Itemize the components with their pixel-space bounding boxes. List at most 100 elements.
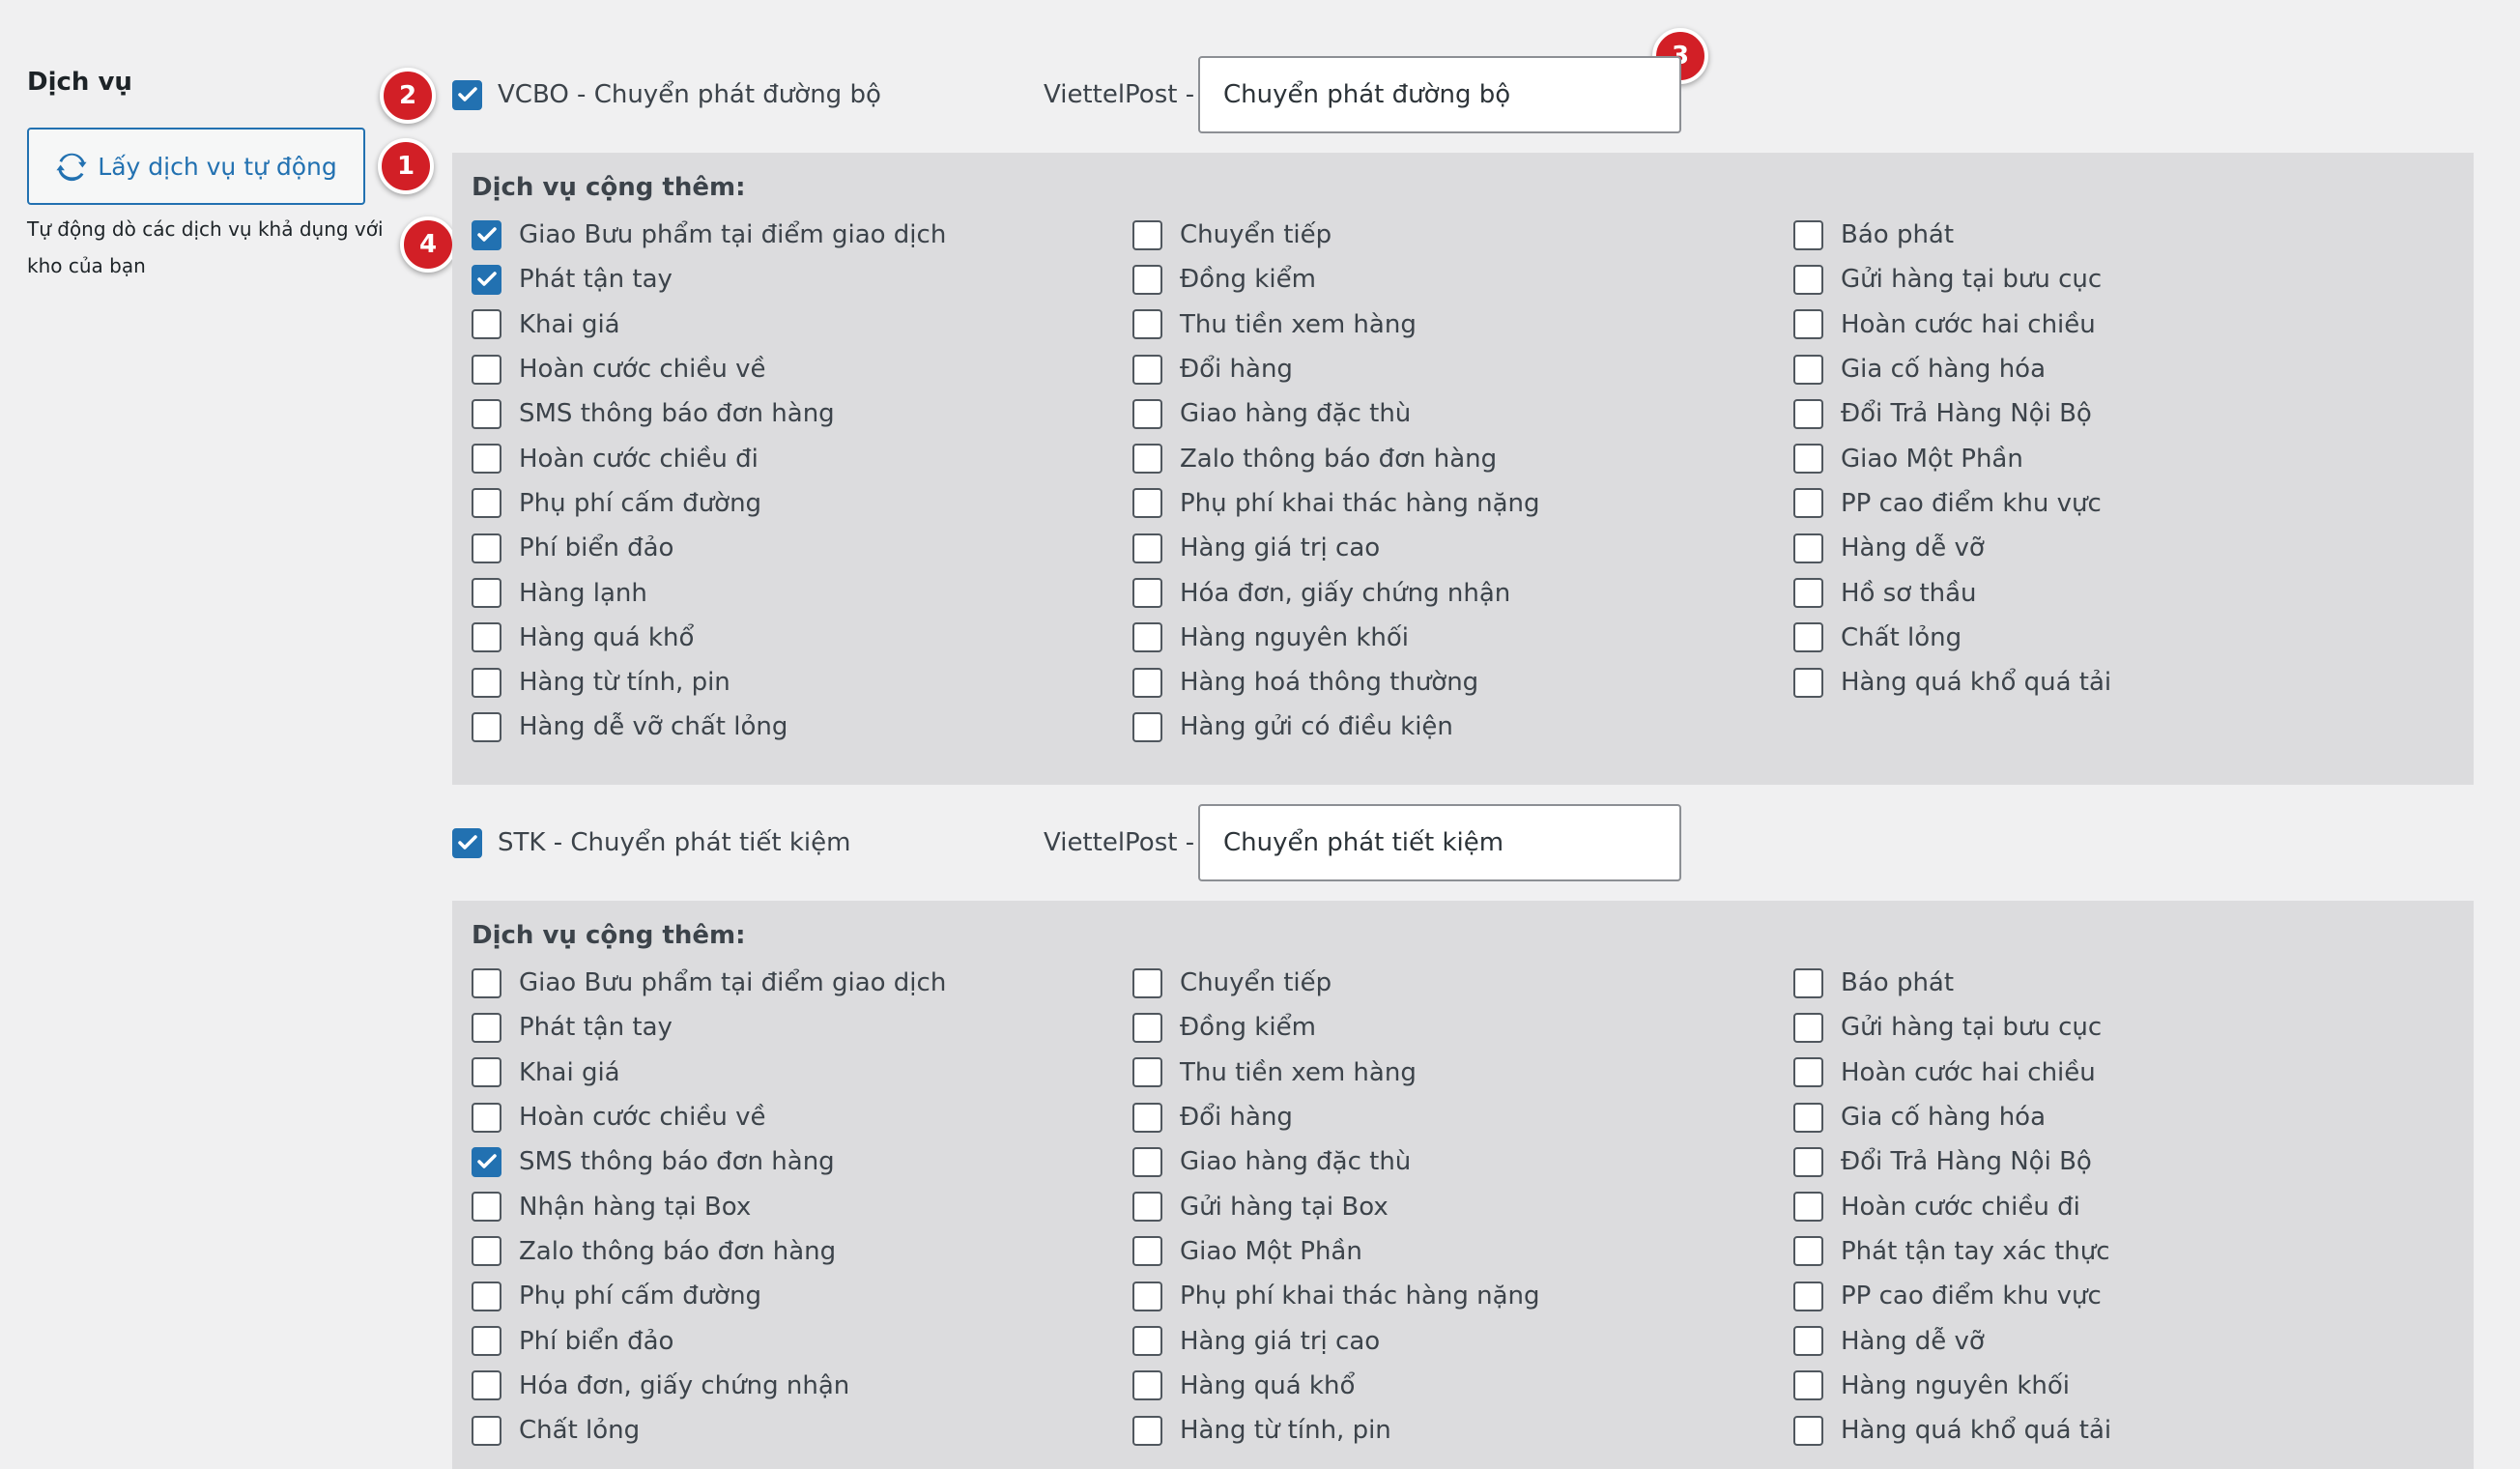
addon-option[interactable]: Thu tiền xem hàng xyxy=(1132,302,1793,347)
addon-option[interactable]: Hàng gửi có điều kiện xyxy=(1132,705,1793,749)
addon-checkbox[interactable] xyxy=(1132,622,1162,653)
addon-checkbox[interactable] xyxy=(1132,219,1162,250)
addon-checkbox[interactable] xyxy=(472,398,501,429)
addon-option[interactable]: Hàng nguyên khối xyxy=(1793,1364,2454,1408)
addon-option[interactable]: Hàng nguyên khối xyxy=(1132,616,1793,660)
addon-option[interactable]: Phát tận tay xyxy=(472,1005,1132,1050)
addon-option[interactable]: PP cao điểm khu vực xyxy=(1793,1274,2454,1318)
addon-checkbox[interactable] xyxy=(472,1326,501,1357)
addon-checkbox[interactable] xyxy=(472,622,501,653)
addon-option[interactable]: Hàng từ tính, pin xyxy=(1132,1408,1793,1453)
addon-checkbox[interactable] xyxy=(1793,1370,1823,1401)
addon-checkbox[interactable] xyxy=(1132,533,1162,563)
addon-checkbox[interactable] xyxy=(472,1281,501,1311)
addon-option[interactable]: Nhận hàng tại Box xyxy=(472,1184,1132,1228)
addon-checkbox[interactable] xyxy=(1793,1102,1823,1133)
addon-checkbox[interactable] xyxy=(472,967,501,998)
addon-option[interactable]: Hoàn cước chiều về xyxy=(472,1095,1132,1139)
addon-option[interactable]: Hàng lạnh xyxy=(472,570,1132,615)
addon-checkbox[interactable] xyxy=(1793,1012,1823,1043)
addon-option[interactable]: Hàng quá khổ xyxy=(1132,1364,1793,1408)
addon-option[interactable]: Hàng từ tính, pin xyxy=(472,660,1132,705)
addon-option[interactable]: Phụ phí cấm đường xyxy=(472,481,1132,526)
addon-option[interactable]: Khai giá xyxy=(472,1051,1132,1095)
addon-checkbox[interactable] xyxy=(1132,1102,1162,1133)
addon-checkbox[interactable] xyxy=(1793,1415,1823,1446)
addon-option[interactable]: Giao Một Phần xyxy=(1793,436,2454,480)
addon-checkbox[interactable] xyxy=(472,1236,501,1267)
addon-option[interactable]: Phí biển đảo xyxy=(472,526,1132,570)
addon-option[interactable]: Hàng dễ vỡ xyxy=(1793,526,2454,570)
addon-option[interactable]: Phí biển đảo xyxy=(472,1318,1132,1363)
addon-option[interactable]: Khai giá xyxy=(472,302,1132,347)
addon-option[interactable]: Phụ phí khai thác hàng nặng xyxy=(1132,481,1793,526)
addon-option[interactable]: Đồng kiểm xyxy=(1132,1005,1793,1050)
addon-option[interactable]: Gia cố hàng hóa xyxy=(1793,347,2454,391)
fetch-services-button[interactable]: Lấy dịch vụ tự động xyxy=(27,128,365,205)
addon-option[interactable]: PP cao điểm khu vực xyxy=(1793,481,2454,526)
addon-option[interactable]: Chuyển tiếp xyxy=(1132,213,1793,257)
addon-checkbox[interactable] xyxy=(472,1370,501,1401)
addon-checkbox[interactable] xyxy=(472,1192,501,1223)
addon-checkbox[interactable] xyxy=(1132,1012,1162,1043)
addon-option[interactable]: Đổi hàng xyxy=(1132,347,1793,391)
addon-checkbox[interactable] xyxy=(1132,309,1162,340)
addon-checkbox[interactable] xyxy=(1793,354,1823,385)
addon-checkbox[interactable] xyxy=(472,578,501,609)
addon-option[interactable]: Đổi hàng xyxy=(1132,1095,1793,1139)
addon-option[interactable]: Đổi Trả Hàng Nội Bộ xyxy=(1793,1139,2454,1184)
addon-checkbox[interactable] xyxy=(1132,667,1162,698)
addon-checkbox[interactable] xyxy=(1793,219,1823,250)
addon-checkbox[interactable] xyxy=(1132,1370,1162,1401)
addon-checkbox[interactable] xyxy=(1132,1192,1162,1223)
addon-option[interactable]: Hàng giá trị cao xyxy=(1132,526,1793,570)
addon-option[interactable]: Đổi Trả Hàng Nội Bộ xyxy=(1793,391,2454,436)
addon-option[interactable]: Phát tận tay xyxy=(472,257,1132,302)
addon-option[interactable]: Phát tận tay xác thực xyxy=(1793,1229,2454,1274)
addon-option[interactable]: Zalo thông báo đơn hàng xyxy=(472,1229,1132,1274)
addon-checkbox[interactable] xyxy=(472,488,501,519)
addon-checkbox[interactable] xyxy=(1132,1415,1162,1446)
addon-option[interactable]: Chất lỏng xyxy=(1793,616,2454,660)
addon-checkbox[interactable] xyxy=(472,1415,501,1446)
addon-checkbox[interactable] xyxy=(472,711,501,742)
addon-checkbox[interactable] xyxy=(1793,444,1823,475)
addon-option[interactable]: Hóa đơn, giấy chứng nhận xyxy=(1132,570,1793,615)
addon-checkbox[interactable] xyxy=(1132,967,1162,998)
addon-checkbox[interactable] xyxy=(1793,533,1823,563)
addon-checkbox[interactable] xyxy=(1132,1281,1162,1311)
addon-checkbox[interactable] xyxy=(1793,1281,1823,1311)
addon-checkbox[interactable] xyxy=(1793,1146,1823,1177)
addon-option[interactable]: Phụ phí khai thác hàng nặng xyxy=(1132,1274,1793,1318)
addon-checkbox[interactable] xyxy=(472,1102,501,1133)
addon-checkbox[interactable] xyxy=(472,1012,501,1043)
addon-option[interactable]: Đồng kiểm xyxy=(1132,257,1793,302)
addon-checkbox[interactable] xyxy=(1132,1236,1162,1267)
addon-option[interactable]: Hàng quá khổ quá tải xyxy=(1793,660,2454,705)
service-checkbox[interactable] xyxy=(452,827,482,858)
addon-option[interactable]: Báo phát xyxy=(1793,213,2454,257)
addon-checkbox[interactable] xyxy=(1793,488,1823,519)
addon-checkbox[interactable] xyxy=(1793,1057,1823,1088)
addon-checkbox[interactable] xyxy=(1132,711,1162,742)
addon-checkbox[interactable] xyxy=(472,219,501,250)
addon-option[interactable]: Gửi hàng tại bưu cục xyxy=(1793,257,2454,302)
addon-option[interactable]: Hoàn cước hai chiều xyxy=(1793,302,2454,347)
addon-option[interactable]: Chất lỏng xyxy=(472,1408,1132,1453)
addon-checkbox[interactable] xyxy=(1132,1057,1162,1088)
addon-option[interactable]: Giao Bưu phẩm tại điểm giao dịch xyxy=(472,961,1132,1005)
addon-option[interactable]: Báo phát xyxy=(1793,961,2454,1005)
addon-checkbox[interactable] xyxy=(1793,398,1823,429)
addon-checkbox[interactable] xyxy=(1132,398,1162,429)
addon-option[interactable]: Gửi hàng tại bưu cục xyxy=(1793,1005,2454,1050)
addon-checkbox[interactable] xyxy=(1793,264,1823,295)
addon-option[interactable]: Gửi hàng tại Box xyxy=(1132,1184,1793,1228)
addon-checkbox[interactable] xyxy=(1793,1192,1823,1223)
addon-option[interactable]: Giao Bưu phẩm tại điểm giao dịch xyxy=(472,213,1132,257)
addon-checkbox[interactable] xyxy=(1793,578,1823,609)
addon-checkbox[interactable] xyxy=(1132,488,1162,519)
addon-checkbox[interactable] xyxy=(1793,309,1823,340)
addon-checkbox[interactable] xyxy=(1132,444,1162,475)
addon-checkbox[interactable] xyxy=(472,1146,501,1177)
addon-option[interactable]: SMS thông báo đơn hàng xyxy=(472,391,1132,436)
